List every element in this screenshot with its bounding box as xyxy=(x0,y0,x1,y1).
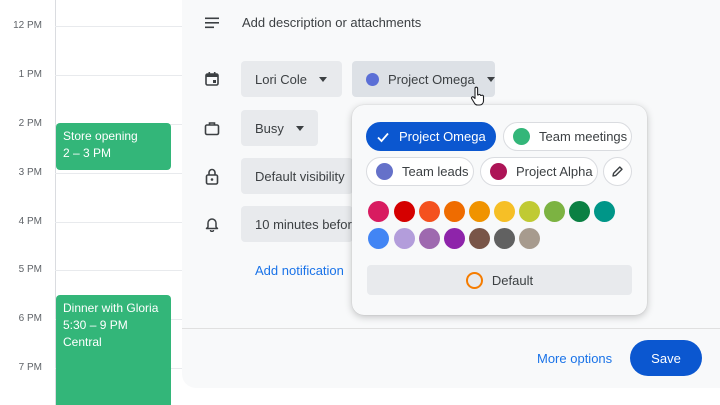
chevron-down-icon xyxy=(319,76,328,82)
color-swatch[interactable] xyxy=(494,201,515,222)
hand-pointer-icon xyxy=(470,86,485,106)
calendar-chip-label: Project Alpha xyxy=(516,164,593,179)
hour-label-1pm: 1 PM xyxy=(18,69,42,80)
hour-label-6pm: 6 PM xyxy=(18,313,42,324)
calendar-chip-project-omega[interactable]: Project Omega xyxy=(366,122,496,151)
event-time: 2 – 3 PM xyxy=(63,146,112,160)
pencil-icon xyxy=(612,166,623,177)
calendar-picker-popover: Project Omega Team meetings Team leads P… xyxy=(352,105,647,315)
color-swatch[interactable] xyxy=(569,201,590,222)
color-swatch[interactable] xyxy=(394,201,415,222)
calendar-dropdown-label: Project Omega xyxy=(388,71,475,87)
calendar-color-dot xyxy=(513,128,530,145)
event-title: Store opening xyxy=(63,129,138,143)
description-field[interactable]: Add description or attachments xyxy=(242,15,421,30)
hour-label-2pm: 2 PM xyxy=(18,118,42,129)
briefcase-icon xyxy=(201,117,223,139)
color-swatch[interactable] xyxy=(519,201,540,222)
calendar-color-dot xyxy=(490,163,507,180)
chevron-down-icon xyxy=(486,76,495,82)
hour-label-12pm: 12 PM xyxy=(13,20,42,31)
description-icon xyxy=(201,12,223,34)
color-swatch[interactable] xyxy=(469,201,490,222)
availability-dropdown[interactable]: Busy xyxy=(241,110,318,146)
color-swatch[interactable] xyxy=(368,201,389,222)
default-color-ring-icon xyxy=(465,271,483,289)
color-swatch[interactable] xyxy=(519,228,540,249)
lock-icon xyxy=(201,165,223,187)
save-button[interactable]: Save xyxy=(630,340,702,376)
hour-gridline xyxy=(55,75,182,76)
event-dinner-with-gloria[interactable]: Dinner with Gloria 5:30 – 9 PM Central xyxy=(56,295,171,405)
calendar-icon xyxy=(201,68,223,90)
reminder-label: 10 minutes before xyxy=(255,216,353,232)
hour-label-4pm: 4 PM xyxy=(18,216,42,227)
event-time: 5:30 – 9 PM xyxy=(63,318,128,332)
color-swatch[interactable] xyxy=(494,228,515,249)
calendar-color-dot xyxy=(366,72,379,86)
more-options-button[interactable]: More options xyxy=(537,351,612,366)
check-icon xyxy=(377,132,389,142)
chevron-down-icon xyxy=(295,125,304,131)
add-notification-link[interactable]: Add notification xyxy=(255,263,344,278)
calendar-day-view: 12 PM 1 PM 2 PM 3 PM 4 PM 5 PM 6 PM 7 PM… xyxy=(0,0,182,405)
owner-dropdown[interactable]: Lori Cole xyxy=(241,61,342,97)
calendar-chip-label: Team leads xyxy=(402,164,469,179)
hour-gridline xyxy=(55,270,182,271)
bell-icon xyxy=(201,213,223,235)
edit-calendars-button[interactable] xyxy=(603,157,632,186)
calendar-chip-label: Team meetings xyxy=(539,129,628,144)
availability-label: Busy xyxy=(255,120,284,136)
calendar-color-dot xyxy=(376,163,393,180)
color-swatch[interactable] xyxy=(469,228,490,249)
visibility-dropdown[interactable]: Default visibility xyxy=(241,158,353,194)
event-store-opening[interactable]: Store opening 2 – 3 PM xyxy=(56,123,171,170)
event-location: Central xyxy=(63,335,102,349)
color-swatch[interactable] xyxy=(444,228,465,249)
calendar-chip-team-leads[interactable]: Team leads xyxy=(366,157,474,186)
color-swatch[interactable] xyxy=(368,228,389,249)
calendar-chip-project-alpha[interactable]: Project Alpha xyxy=(480,157,598,186)
color-swatch[interactable] xyxy=(419,201,440,222)
color-swatch[interactable] xyxy=(444,201,465,222)
event-title: Dinner with Gloria xyxy=(63,301,159,315)
default-color-label: Default xyxy=(491,272,534,288)
hour-label-7pm: 7 PM xyxy=(18,362,42,373)
footer-divider xyxy=(182,328,720,329)
color-swatch[interactable] xyxy=(419,228,440,249)
hour-gridline xyxy=(55,26,182,27)
hour-label-5pm: 5 PM xyxy=(18,264,42,275)
hour-gridline xyxy=(55,173,182,174)
calendar-chip-team-meetings[interactable]: Team meetings xyxy=(503,122,632,151)
calendar-chip-label: Project Omega xyxy=(399,129,486,144)
reminder-dropdown[interactable]: 10 minutes before xyxy=(241,206,353,242)
color-swatch[interactable] xyxy=(594,201,615,222)
color-swatch[interactable] xyxy=(394,228,415,249)
hour-gridline xyxy=(55,222,182,223)
visibility-label: Default visibility xyxy=(255,168,345,184)
owner-label: Lori Cole xyxy=(255,71,308,87)
hour-label-3pm: 3 PM xyxy=(18,167,42,178)
color-swatch[interactable] xyxy=(544,201,565,222)
default-color-button[interactable]: Default xyxy=(367,265,632,295)
